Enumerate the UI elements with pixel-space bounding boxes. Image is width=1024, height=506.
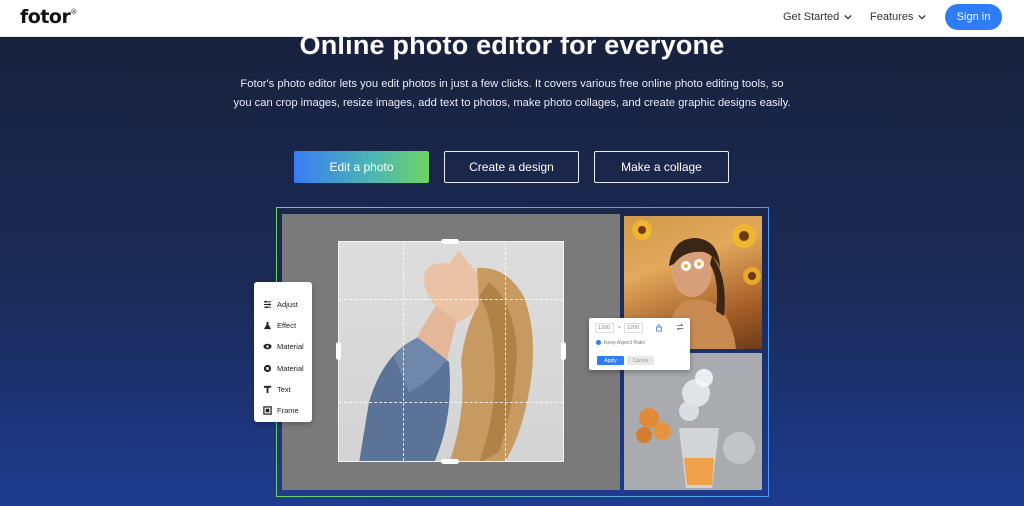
resize-popup: 1200 × 1200 Keep Aspect Ratio Apply Canc… <box>589 318 690 370</box>
drink-glass-photo <box>624 353 762 490</box>
nav-get-started[interactable]: Get Started <box>783 11 852 23</box>
nav-features[interactable]: Features <box>870 11 927 23</box>
crop-grid-line <box>339 299 563 300</box>
woman-profile-illustration <box>359 250 533 461</box>
chevron-down-icon <box>844 14 852 20</box>
chevron-down-icon <box>918 14 927 20</box>
make-a-collage-button[interactable]: Make a collage <box>594 151 729 183</box>
crop-area <box>338 241 564 462</box>
swap-icon[interactable] <box>676 323 684 331</box>
tool-label: Material <box>277 342 304 352</box>
height-input[interactable]: 1200 <box>624 323 643 333</box>
tool-label: Effect <box>277 321 297 331</box>
nav-get-started-label: Get Started <box>783 11 840 23</box>
tool-label: Text <box>277 384 291 394</box>
flask-icon <box>263 322 272 330</box>
nav-features-label: Features <box>870 11 914 23</box>
create-a-design-button[interactable]: Create a design <box>444 151 579 183</box>
tool-label: Material <box>277 363 304 373</box>
eye-icon <box>263 344 272 350</box>
fotor-logo[interactable]: fotor® <box>20 6 77 28</box>
edit-a-photo-button[interactable]: Edit a photo <box>294 151 429 183</box>
tool-adjust[interactable]: Adjust <box>254 294 312 315</box>
tool-label: Adjust <box>277 300 298 310</box>
apply-button[interactable]: Apply <box>597 356 624 365</box>
tool-label: Frame <box>277 406 299 416</box>
crop-handle-right[interactable] <box>561 342 566 360</box>
logo-text: fotor <box>20 6 71 28</box>
tool-text[interactable]: Text <box>254 379 312 400</box>
crop-grid-line <box>339 402 563 403</box>
tool-material-1[interactable]: Material <box>254 336 312 357</box>
hero-title: Online photo editor for everyone <box>299 30 725 60</box>
tool-frame[interactable]: Frame <box>254 400 312 421</box>
crop-handle-top[interactable] <box>441 239 459 244</box>
crop-grid-line <box>403 242 404 461</box>
times-symbol: × <box>618 325 621 331</box>
width-input[interactable]: 1200 <box>595 323 614 333</box>
text-icon <box>263 385 272 393</box>
circle-icon <box>263 364 272 372</box>
hero-description: Fotor's photo editor lets you edit photo… <box>233 78 791 109</box>
checkbox-checked-icon[interactable] <box>596 340 601 345</box>
lock-icon[interactable] <box>655 323 663 332</box>
drink-glass-illustration <box>624 353 762 490</box>
frame-icon <box>263 406 272 415</box>
logo-registered-mark: ® <box>70 8 77 16</box>
tool-effect[interactable]: Effect <box>254 315 312 336</box>
crop-grid-line <box>505 242 506 461</box>
crop-handle-left[interactable] <box>336 342 341 360</box>
sign-in-button[interactable]: Sign in <box>945 4 1002 30</box>
tool-material-2[interactable]: Material <box>254 358 312 379</box>
keep-aspect-ratio-label: Keep Aspect Ratio <box>604 340 646 346</box>
tool-panel: Adjust Effect Material Material Text Fra… <box>254 282 312 422</box>
sliders-icon <box>263 300 272 309</box>
crop-handle-bottom[interactable] <box>441 459 459 464</box>
cancel-button[interactable]: Cancel <box>627 356 654 365</box>
